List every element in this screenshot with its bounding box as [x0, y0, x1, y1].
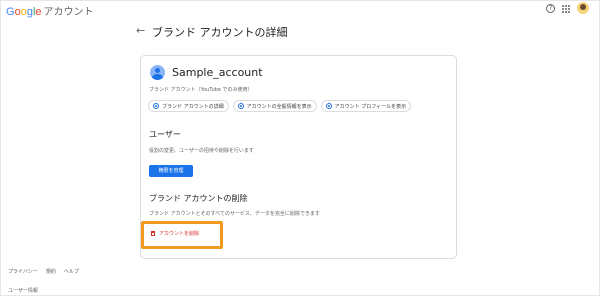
- users-section-description: 役割の変更、ユーザーの招待や削除を行います: [149, 148, 254, 154]
- delete-account-button[interactable]: アカウントを削除: [151, 230, 199, 237]
- apps-grid-icon[interactable]: [562, 5, 570, 13]
- account-chips: ブランド アカウントの詳細 アカウントの全般情報を表示 アカウント プロフィール…: [148, 100, 412, 112]
- delete-account-label: アカウントを削除: [159, 231, 200, 237]
- account-circle-icon: [237, 103, 244, 109]
- chip-label: アカウント プロフィールを表示: [334, 103, 407, 110]
- account-circle-icon: [325, 103, 332, 109]
- footer-link-terms[interactable]: 規約: [46, 268, 56, 275]
- account-subtitle: ブランド アカウント（YouTube でのみ使用）: [149, 87, 253, 93]
- page-title: ブランド アカウントの詳細: [152, 26, 288, 39]
- logo-letter: G: [6, 6, 15, 18]
- footer-link-help[interactable]: ヘルプ: [64, 268, 79, 275]
- logo-letter: e: [35, 6, 42, 18]
- delete-section-description: ブランド アカウントとそのすべてのサービス、データを完全に削除できます: [149, 211, 320, 217]
- chip-account-general-info[interactable]: アカウントの全般情報を表示: [232, 100, 317, 112]
- back-arrow-icon[interactable]: ←: [136, 24, 145, 37]
- trash-icon: [151, 231, 155, 236]
- footer-link-privacy[interactable]: プライバシー: [8, 268, 38, 275]
- chip-account-profile[interactable]: アカウント プロフィールを表示: [320, 100, 412, 112]
- product-name: アカウント: [43, 7, 94, 18]
- chip-label: ブランド アカウントの詳細: [162, 103, 224, 110]
- delete-section-title: ブランド アカウントの削除: [149, 194, 248, 203]
- google-account-logo[interactable]: Google アカウント: [6, 3, 94, 18]
- help-circle-icon[interactable]: ?: [546, 4, 555, 13]
- manage-permissions-button[interactable]: 権限を管理: [149, 165, 193, 177]
- brand-account-card: Sample_account ブランド アカウント（YouTube でのみ使用）…: [140, 55, 457, 259]
- account-avatar-icon: [150, 65, 165, 80]
- chip-brand-account-details[interactable]: ブランド アカウントの詳細: [148, 100, 229, 112]
- footer-links: プライバシー 規約 ヘルプ: [8, 268, 79, 275]
- account-name: Sample_account: [172, 66, 263, 79]
- users-section-title: ユーザー: [149, 130, 181, 139]
- footer-user-info[interactable]: ユーザー情報: [8, 287, 38, 294]
- account-circle-icon: [153, 103, 159, 109]
- chip-label: アカウントの全般情報を表示: [246, 103, 312, 110]
- user-avatar-icon[interactable]: [577, 2, 589, 14]
